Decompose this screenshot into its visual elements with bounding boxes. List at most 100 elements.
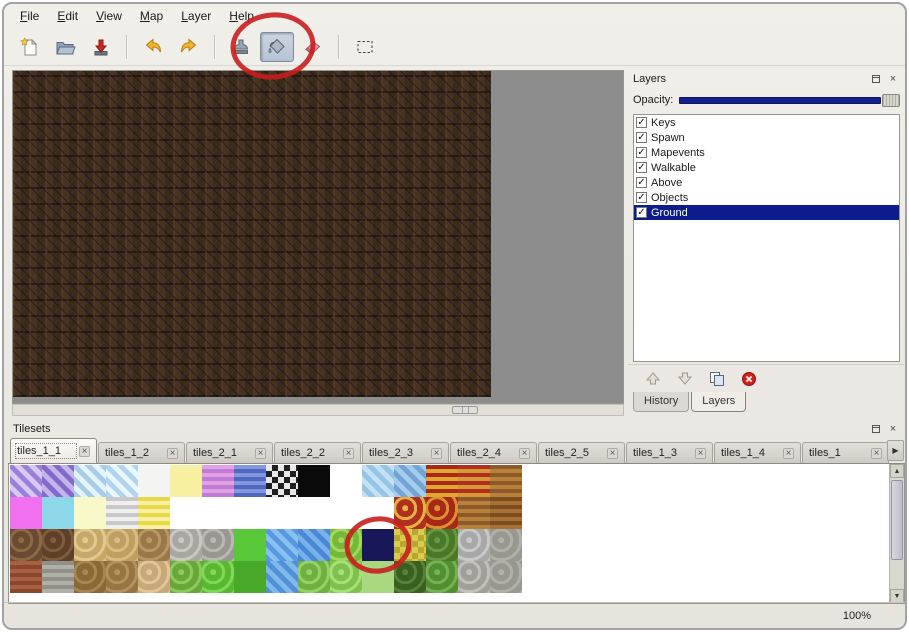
tileset-tile[interactable] <box>106 465 138 497</box>
eraser-tool-button[interactable] <box>296 32 330 62</box>
tileset-tile[interactable] <box>330 561 362 593</box>
tileset-tile[interactable] <box>106 529 138 561</box>
tileset-tile[interactable] <box>490 529 522 561</box>
delete-layer-button[interactable] <box>738 369 760 389</box>
tileset-tile[interactable] <box>234 465 266 497</box>
tileset-tile[interactable] <box>170 529 202 561</box>
tileset-tile[interactable] <box>138 465 170 497</box>
tileset-tile[interactable] <box>298 465 330 497</box>
tileset-tile[interactable] <box>138 561 170 593</box>
tileset-tile[interactable] <box>298 497 330 529</box>
tileset-tile[interactable] <box>426 561 458 593</box>
tileset-tile[interactable] <box>234 561 266 593</box>
float-panel-icon[interactable] <box>869 72 883 86</box>
tab-close-icon[interactable]: × <box>519 448 530 459</box>
menu-help[interactable]: Help <box>221 6 262 26</box>
menu-map[interactable]: Map <box>132 6 171 26</box>
tileset-tile[interactable] <box>394 529 426 561</box>
tileset-tile[interactable] <box>234 529 266 561</box>
tileset-tile[interactable] <box>458 465 490 497</box>
tileset-tile[interactable] <box>74 561 106 593</box>
tileset-tile[interactable] <box>330 465 362 497</box>
tileset-tile[interactable] <box>490 561 522 593</box>
tab-close-icon[interactable]: × <box>431 448 442 459</box>
tileset-tile[interactable] <box>362 529 394 561</box>
scrollbar-thumb[interactable] <box>891 480 903 560</box>
move-layer-down-button[interactable] <box>674 369 696 389</box>
tileset-tile[interactable] <box>362 465 394 497</box>
tileset-tile[interactable] <box>266 529 298 561</box>
layer-visibility-checkbox[interactable]: ✓ <box>636 132 647 143</box>
layer-visibility-checkbox[interactable]: ✓ <box>636 207 647 218</box>
tileset-tile[interactable] <box>74 465 106 497</box>
tileset-tile[interactable] <box>490 465 522 497</box>
float-panel-icon[interactable] <box>869 422 883 436</box>
layer-row-ground[interactable]: ✓Ground <box>634 205 899 220</box>
tileset-tile[interactable] <box>426 497 458 529</box>
tileset-tab-tiles_1_4[interactable]: tiles_1_4× <box>714 442 801 463</box>
opacity-slider[interactable] <box>679 94 900 107</box>
tileset-tile[interactable] <box>362 561 394 593</box>
layer-row-keys[interactable]: ✓Keys <box>634 115 899 130</box>
select-tool-button[interactable] <box>348 32 382 62</box>
tileset-tile[interactable] <box>266 497 298 529</box>
layer-visibility-checkbox[interactable]: ✓ <box>636 147 647 158</box>
tileset-tile[interactable] <box>490 497 522 529</box>
tileset-tile[interactable] <box>10 497 42 529</box>
new-map-button[interactable] <box>12 32 46 62</box>
layer-row-above[interactable]: ✓Above <box>634 175 899 190</box>
tileset-tile[interactable] <box>394 561 426 593</box>
tileset-tile[interactable] <box>170 561 202 593</box>
tileset-tile[interactable] <box>74 529 106 561</box>
tileset-tile[interactable] <box>202 529 234 561</box>
move-layer-up-button[interactable] <box>642 369 664 389</box>
tileset-tile[interactable] <box>394 497 426 529</box>
tileset-tile[interactable] <box>266 561 298 593</box>
opacity-slider-handle[interactable] <box>882 94 900 107</box>
tileset-tab-tiles_2_4[interactable]: tiles_2_4× <box>450 442 537 463</box>
tab-history[interactable]: History <box>633 392 689 412</box>
tileset-tab-tiles_2_3[interactable]: tiles_2_3× <box>362 442 449 463</box>
scroll-down-icon[interactable]: ▼ <box>890 589 904 603</box>
tab-close-icon[interactable]: × <box>783 448 794 459</box>
tileset-tile[interactable] <box>138 529 170 561</box>
tileset-tab-tiles_2_5[interactable]: tiles_2_5× <box>538 442 625 463</box>
scrollbar-track[interactable] <box>890 478 904 589</box>
tileset-tab-tiles_1_3[interactable]: tiles_1_3× <box>626 442 713 463</box>
layer-row-mapevents[interactable]: ✓Mapevents <box>634 145 899 160</box>
tileset-tile[interactable] <box>202 497 234 529</box>
menu-edit[interactable]: Edit <box>49 6 86 26</box>
tab-close-icon[interactable]: × <box>695 448 706 459</box>
map-horizontal-scrollbar[interactable] <box>12 404 624 416</box>
tileset-tab-tiles_1_1[interactable]: tiles_1_1× <box>10 438 97 463</box>
layer-visibility-checkbox[interactable]: ✓ <box>636 162 647 173</box>
save-map-button[interactable] <box>84 32 118 62</box>
tileset-tile[interactable] <box>394 465 426 497</box>
tileset-tile[interactable] <box>330 529 362 561</box>
tileset-tile[interactable] <box>170 465 202 497</box>
tileset-tile[interactable] <box>298 529 330 561</box>
scroll-up-icon[interactable]: ▲ <box>890 464 904 478</box>
tileset-tile[interactable] <box>10 561 42 593</box>
menu-file[interactable]: File <box>12 6 47 26</box>
tileset-tab-tiles_1_2[interactable]: tiles_1_2× <box>98 442 185 463</box>
tileset-tile[interactable] <box>330 497 362 529</box>
tab-layers[interactable]: Layers <box>691 392 746 412</box>
tab-close-icon[interactable]: × <box>79 446 90 457</box>
layer-visibility-checkbox[interactable]: ✓ <box>636 177 647 188</box>
tab-close-icon[interactable]: × <box>871 448 882 459</box>
scrollbar-thumb[interactable] <box>452 406 478 414</box>
tileset-tile[interactable] <box>266 465 298 497</box>
map-viewport[interactable] <box>12 70 624 404</box>
tileset-tile[interactable] <box>426 465 458 497</box>
tileset-tile[interactable] <box>10 529 42 561</box>
tab-close-icon[interactable]: × <box>255 448 266 459</box>
tileset-tile[interactable] <box>10 465 42 497</box>
redo-button[interactable] <box>172 32 206 62</box>
tileset-vscrollbar[interactable]: ▲ ▼ <box>889 464 904 603</box>
layer-row-objects[interactable]: ✓Objects <box>634 190 899 205</box>
tab-close-icon[interactable]: × <box>343 448 354 459</box>
layer-row-walkable[interactable]: ✓Walkable <box>634 160 899 175</box>
tileset-tile[interactable] <box>74 497 106 529</box>
tileset-tile[interactable] <box>106 561 138 593</box>
